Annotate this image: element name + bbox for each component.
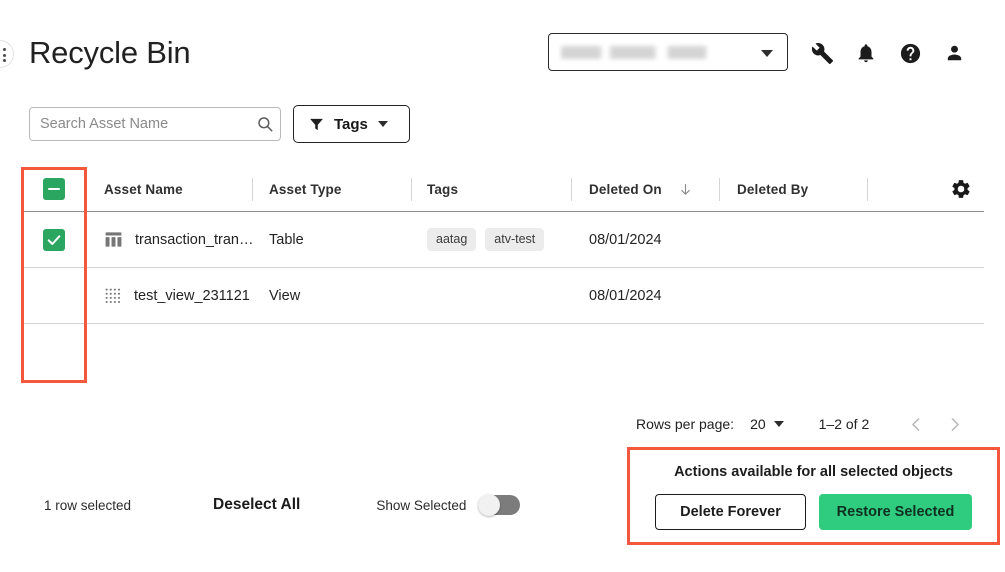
column-header-asset-name[interactable]: Asset Name [87,182,251,197]
more-vertical-dots [3,48,6,62]
cell-asset-type: View [251,287,411,305]
table-empty-row [21,324,984,380]
column-divider [252,178,253,201]
column-label: Asset Name [104,181,183,197]
table-header-row: Asset Name Asset Type Tags Deleted On De… [21,167,984,212]
account-icon[interactable] [932,38,976,68]
cell-asset-name: test_view_231121 [87,287,251,305]
column-divider [719,178,720,201]
cell-deleted-on: 08/01/2024 [571,287,719,305]
cell-asset-name: transaction_tran… [87,230,254,249]
column-header-asset-type[interactable]: Asset Type [251,182,411,197]
header-icon-group [800,38,976,68]
delete-forever-button[interactable]: Delete Forever [655,494,806,530]
pagination-bar: Rows per page: 20 1–2 of 2 [636,410,973,438]
asset-name-label: test_view_231121 [134,287,250,304]
cell-asset-type: Table [251,231,411,249]
chevron-left-icon[interactable] [897,410,935,438]
tag-pill[interactable]: atv-test [485,228,545,251]
gear-icon [950,178,972,200]
bell-icon[interactable] [844,38,888,68]
chevron-right-icon[interactable] [935,410,973,438]
table-row[interactable]: test_view_231121 View 08/01/2024 [21,268,984,324]
column-label: Tags [427,181,459,197]
account-selector[interactable] [548,33,788,71]
deleted-on-label: 08/01/2024 [589,231,662,248]
column-divider [411,178,412,201]
asset-type-label: View [269,287,301,304]
account-selector-value [561,45,736,59]
column-header-deleted-on[interactable]: Deleted On [571,182,719,197]
rows-per-page-value[interactable]: 20 [750,416,766,432]
deleted-on-label: 08/01/2024 [589,287,662,304]
selection-bar: 1 row selected Deselect All Show Selecte… [44,494,521,516]
page-title: Recycle Bin [29,35,191,70]
checkbox-unchecked-icon [43,285,65,307]
search-input[interactable]: Search Asset Name [29,107,281,141]
row-checkbox[interactable] [21,228,87,251]
search-icon[interactable] [250,115,280,133]
view-asset-icon [104,287,122,305]
chevron-down-icon [377,121,388,127]
restore-selected-button[interactable]: Restore Selected [819,494,972,530]
cell-tags: aatag atv-test [411,228,571,251]
column-label: Deleted By [737,181,809,197]
arrow-down-icon[interactable] [678,182,693,197]
tag-pill[interactable]: aatag [427,228,477,251]
column-label: Deleted On [589,181,662,197]
cell-deleted-on: 08/01/2024 [571,231,719,249]
asset-type-label: Table [269,231,304,248]
app-header: Recycle Bin [0,0,1005,92]
pagination-range-label: 1–2 of 2 [818,416,870,432]
bulk-actions-panel: Actions available for all selected objec… [627,447,1000,545]
asset-name-label: transaction_tran… [135,231,254,248]
recycle-bin-page: Recycle Bin Search Asset Name Tags Asset… [0,0,1005,572]
table-asset-icon [104,230,123,249]
toggle-knob [478,494,501,516]
row-checkbox[interactable] [21,285,87,307]
assets-table: Asset Name Asset Type Tags Deleted On De… [21,167,984,380]
checkbox-checked-icon [43,228,65,251]
help-icon[interactable] [888,38,932,68]
column-label: Asset Type [269,181,342,197]
checkbox-indeterminate-icon [43,178,65,200]
column-divider [571,178,572,201]
column-divider [867,178,868,201]
select-all-checkbox[interactable] [21,178,87,200]
filter-funnel-icon [308,116,325,133]
chevron-down-icon [761,50,773,57]
deselect-all-button[interactable]: Deselect All [213,496,300,514]
show-selected-label: Show Selected [376,497,467,513]
rows-per-page-label: Rows per page: [636,416,735,432]
selected-count-label: 1 row selected [44,497,132,513]
column-header-deleted-by[interactable]: Deleted By [719,182,867,197]
tags-filter-label: Tags [334,115,368,133]
column-header-tags[interactable]: Tags [411,182,571,197]
show-selected-toggle[interactable] [478,494,521,516]
search-placeholder: Search Asset Name [40,116,169,132]
table-row[interactable]: transaction_tran… Table aatag atv-test 0… [21,212,984,268]
chevron-down-icon[interactable] [773,421,784,427]
bulk-actions-buttons: Delete Forever Restore Selected [655,494,972,530]
table-settings-button[interactable] [867,178,984,200]
more-vertical-icon[interactable] [0,40,14,68]
wrench-icon[interactable] [800,38,844,68]
bulk-actions-title: Actions available for all selected objec… [674,464,953,480]
tags-filter-button[interactable]: Tags [293,105,410,143]
